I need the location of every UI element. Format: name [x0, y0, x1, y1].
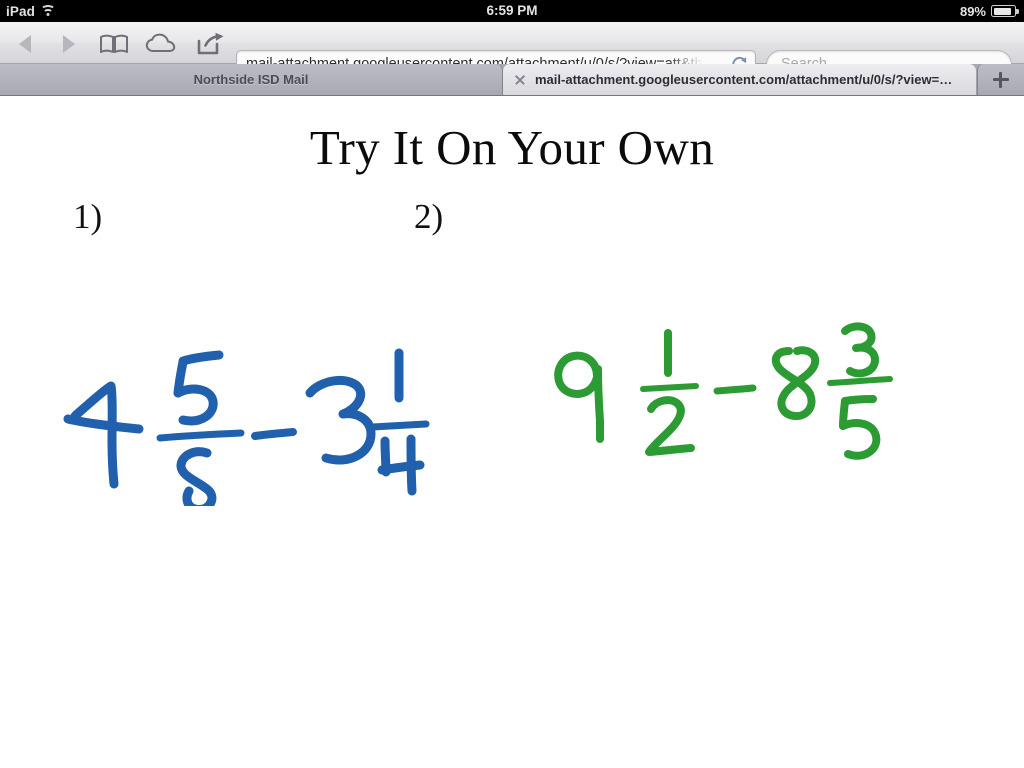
cloud-icon-glyph [145, 33, 176, 52]
new-tab-button[interactable] [977, 64, 1024, 95]
tab-northside-isd-mail[interactable]: Northside ISD Mail [0, 64, 503, 95]
book-icon[interactable] [98, 31, 130, 57]
tab-label: mail-attachment.googleusercontent.com/at… [535, 72, 955, 87]
tab-bar: Northside ISD Mail mail-attachment.googl… [0, 64, 1024, 96]
forward-arrow-icon[interactable] [54, 31, 84, 57]
ipad-safari-screenshot: iPad 6:59 PM 89% Northside ISD Mail mail… [0, 0, 1024, 768]
back-arrow-icon[interactable] [10, 31, 40, 57]
browser-toolbar: mail-attachment.googleusercontent.com/at… [0, 22, 1024, 79]
problem-2-handwriting [554, 322, 893, 460]
status-bar-right-group: 89% [959, 0, 1019, 22]
cloud-icon[interactable] [144, 31, 178, 57]
worksheet-page: Try It On Your Own 1) 2) [0, 96, 1024, 768]
share-icon-glyph [197, 32, 224, 55]
problem-2-number: 2) [414, 197, 444, 236]
page-title: Try It On Your Own [309, 120, 715, 175]
problem-1-handwriting [63, 348, 430, 506]
battery-percent-label: 89% [959, 3, 986, 19]
tab-mail-attachment[interactable]: mail-attachment.googleusercontent.com/at… [503, 64, 976, 95]
tab-label: Northside ISD Mail [193, 72, 309, 87]
plus-icon [992, 71, 1010, 89]
problem-1-number: 1) [73, 197, 103, 236]
book-icon-glyph [100, 34, 128, 53]
close-icon[interactable] [513, 73, 527, 87]
ios-status-bar: iPad 6:59 PM 89% [0, 0, 1024, 22]
problem-1-expression [55, 341, 455, 506]
battery-icon [991, 5, 1019, 17]
status-bar-clock: 6:59 PM [486, 3, 538, 18]
problem-2-expression [545, 321, 925, 481]
share-icon[interactable] [194, 31, 226, 57]
